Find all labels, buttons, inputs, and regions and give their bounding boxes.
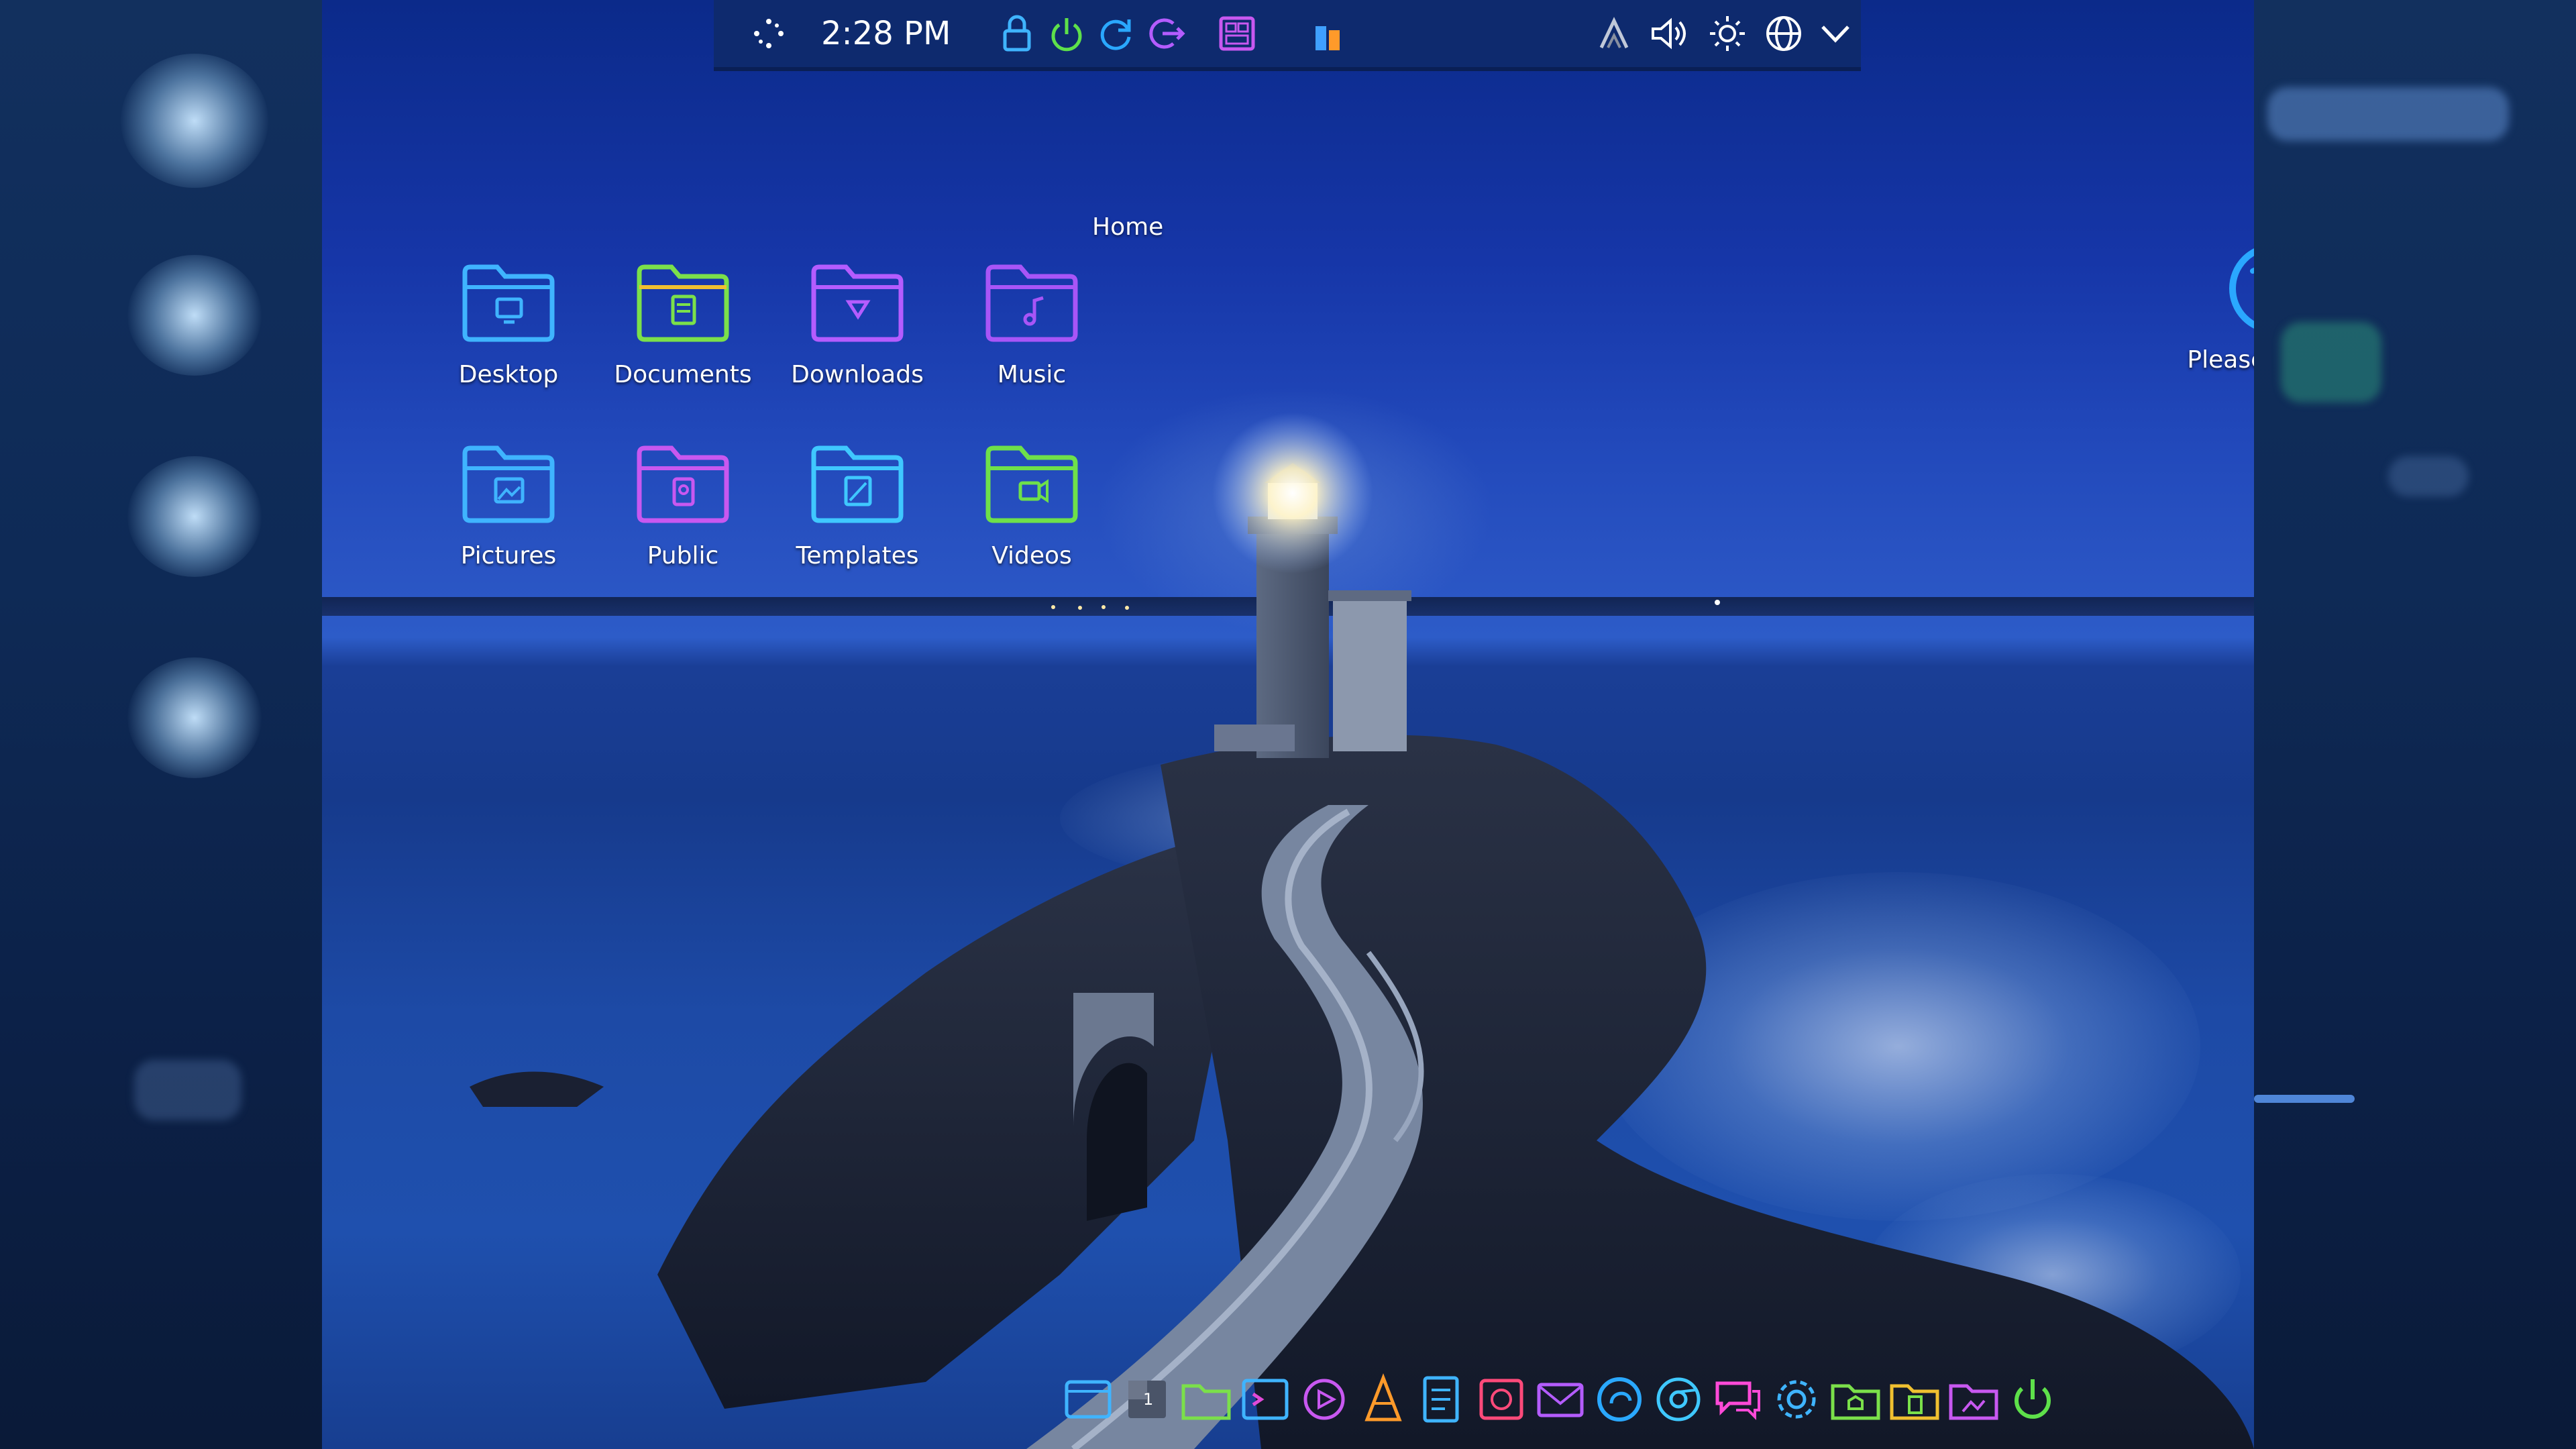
blurred-icon bbox=[127, 255, 262, 376]
image-viewer-icon[interactable] bbox=[1473, 1371, 1529, 1428]
desktop-folder-documents[interactable]: Documents bbox=[602, 256, 763, 417]
volume-icon[interactable] bbox=[1646, 9, 1693, 58]
home-folder-icon[interactable] bbox=[1827, 1371, 1884, 1428]
restart-icon[interactable] bbox=[1095, 9, 1138, 58]
folder-icon[interactable] bbox=[1178, 1371, 1234, 1428]
desktop-folder-music[interactable]: Music bbox=[951, 256, 1112, 417]
desktop-folder-icon bbox=[462, 264, 555, 342]
blurred-icon bbox=[121, 54, 268, 188]
donate-icon bbox=[2229, 248, 2254, 329]
downloads-folder-icon bbox=[811, 264, 904, 342]
folder-label: Pictures bbox=[460, 542, 557, 570]
folder-label: Public bbox=[647, 542, 719, 570]
blurred-shape bbox=[2281, 322, 2381, 402]
desktop-folder-downloads[interactable]: Downloads bbox=[777, 256, 938, 417]
templates-folder-icon bbox=[811, 445, 904, 523]
folder-label: Videos bbox=[991, 542, 1072, 570]
blurred-shape bbox=[134, 1060, 241, 1120]
terminal-icon[interactable] bbox=[1237, 1371, 1293, 1428]
vlc-icon[interactable] bbox=[1355, 1371, 1411, 1428]
home-group-title: Home bbox=[1092, 213, 1164, 241]
system-monitor-icon[interactable] bbox=[1307, 9, 1350, 58]
pictures-folder-icon[interactable] bbox=[1945, 1371, 2002, 1428]
folder-label: Templates bbox=[796, 542, 919, 570]
brightness-icon[interactable] bbox=[1704, 9, 1751, 58]
top-panel: 2:28 PM bbox=[714, 0, 1861, 71]
folder-label: Documents bbox=[614, 361, 752, 388]
workspace-number: 1 bbox=[1143, 1390, 1154, 1409]
folder-label: Desktop bbox=[458, 361, 559, 388]
workspace-icon[interactable]: 1 bbox=[1119, 1371, 1175, 1428]
dashboard-icon[interactable] bbox=[1213, 9, 1261, 58]
blurred-icon bbox=[127, 657, 262, 778]
videos-folder-icon bbox=[985, 445, 1078, 523]
left-blurred-background bbox=[0, 0, 322, 1449]
text-editor-icon[interactable] bbox=[1414, 1371, 1470, 1428]
pictures-folder-icon bbox=[462, 445, 555, 523]
desktop-wallpaper: Home Desktop Documents Downloads Music P… bbox=[322, 0, 2254, 1449]
updates-icon[interactable] bbox=[1593, 9, 1635, 58]
network-icon[interactable] bbox=[1760, 9, 1807, 58]
public-folder-icon bbox=[637, 445, 729, 523]
desktop-folder-pictures[interactable]: Pictures bbox=[428, 437, 589, 598]
screen: Home Desktop Documents Downloads Music P… bbox=[0, 0, 2576, 1449]
folder-label: Downloads bbox=[791, 361, 924, 388]
folder-label: Music bbox=[997, 361, 1067, 388]
file-manager-icon[interactable] bbox=[1060, 1371, 1116, 1428]
blurred-icon bbox=[127, 456, 262, 577]
lighthouse-scene bbox=[470, 413, 2254, 1449]
documents-folder-icon[interactable] bbox=[1886, 1371, 1943, 1428]
desktop-folder-desktop[interactable]: Desktop bbox=[428, 256, 589, 417]
chat-icon[interactable] bbox=[1709, 1371, 1766, 1428]
donate-label: Please Donate bbox=[2187, 346, 2254, 374]
media-player-icon[interactable] bbox=[1296, 1371, 1352, 1428]
dock: 1 bbox=[1060, 1362, 2160, 1436]
lock-icon[interactable] bbox=[996, 9, 1038, 58]
settings-icon[interactable] bbox=[1768, 1371, 1825, 1428]
mail-icon[interactable] bbox=[1532, 1371, 1589, 1428]
browser-icon[interactable] bbox=[1591, 1371, 1648, 1428]
power-icon[interactable] bbox=[1045, 9, 1088, 58]
right-blurred-background bbox=[2254, 0, 2576, 1449]
blurred-bar bbox=[2254, 1095, 2355, 1103]
please-donate-launcher[interactable]: Please Donate bbox=[2174, 241, 2254, 374]
desktop-folder-public[interactable]: Public bbox=[602, 437, 763, 598]
chromium-icon[interactable] bbox=[1650, 1371, 1707, 1428]
blurred-shape bbox=[2388, 456, 2469, 496]
music-folder-icon bbox=[985, 264, 1078, 342]
desktop-folder-videos[interactable]: Videos bbox=[951, 437, 1112, 598]
documents-folder-icon bbox=[637, 264, 729, 342]
power-icon[interactable] bbox=[2004, 1371, 2061, 1428]
blurred-shape bbox=[2267, 87, 2509, 141]
desktop-folder-templates[interactable]: Templates bbox=[777, 437, 938, 598]
logout-icon[interactable] bbox=[1144, 9, 1187, 58]
app-launcher-icon[interactable] bbox=[745, 9, 793, 58]
chevron-down-icon[interactable] bbox=[1814, 9, 1857, 58]
clock[interactable]: 2:28 PM bbox=[821, 9, 951, 58]
